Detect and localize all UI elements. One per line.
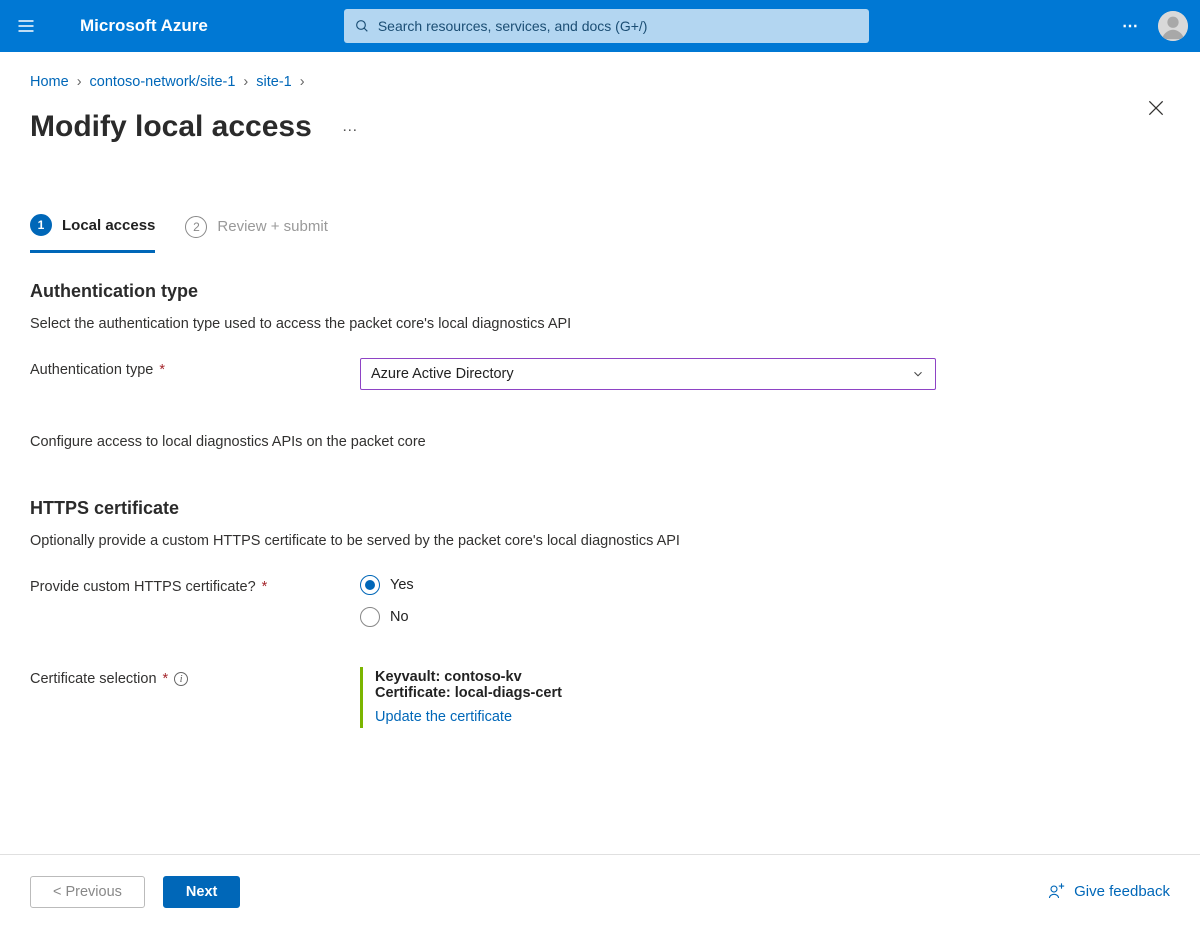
- step-number-1: 1: [30, 214, 52, 236]
- radio-yes-label: Yes: [390, 577, 414, 593]
- title-more-icon[interactable]: …: [342, 118, 360, 136]
- auth-type-label-text: Authentication type: [30, 362, 153, 378]
- update-certificate-link[interactable]: Update the certificate: [375, 709, 512, 725]
- previous-button[interactable]: < Previous: [30, 876, 145, 908]
- auth-type-dropdown[interactable]: Azure Active Directory: [360, 358, 936, 390]
- provide-cert-radio-group: Yes No: [360, 575, 414, 627]
- step-number-2: 2: [185, 216, 207, 238]
- cert-block: Keyvault: contoso-kv Certificate: local-…: [360, 667, 562, 728]
- radio-icon: [360, 575, 380, 595]
- provide-cert-label: Provide custom HTTPS certificate? *: [30, 575, 360, 595]
- radio-icon: [360, 607, 380, 627]
- brand-label: Microsoft Azure: [52, 16, 248, 36]
- info-icon[interactable]: i: [174, 672, 188, 686]
- provide-cert-label-text: Provide custom HTTPS certificate?: [30, 579, 256, 595]
- breadcrumb-home[interactable]: Home: [30, 74, 69, 90]
- breadcrumb-network[interactable]: contoso-network/site-1: [90, 74, 236, 90]
- chevron-right-icon: ›: [77, 74, 82, 90]
- https-desc: Optionally provide a custom HTTPS certif…: [30, 533, 1170, 549]
- close-icon: [1146, 98, 1166, 118]
- give-feedback-link[interactable]: Give feedback: [1048, 883, 1170, 901]
- feedback-icon: [1048, 883, 1066, 901]
- tab-review-submit[interactable]: 2 Review + submit: [185, 216, 327, 252]
- topbar-right: ⋯: [1122, 11, 1200, 41]
- step-label-1: Local access: [62, 217, 155, 234]
- chevron-down-icon: [911, 367, 925, 381]
- user-avatar[interactable]: [1158, 11, 1188, 41]
- chevron-right-icon: ›: [300, 74, 305, 90]
- auth-type-label: Authentication type *: [30, 358, 360, 378]
- search-input[interactable]: [378, 18, 859, 34]
- provide-cert-row: Provide custom HTTPS certificate? * Yes …: [30, 575, 1170, 627]
- cert-selection-label: Certificate selection * i: [30, 667, 360, 687]
- chevron-right-icon: ›: [243, 74, 248, 90]
- content-area: Home › contoso-network/site-1 › site-1 ›…: [0, 52, 1200, 854]
- required-marker: *: [163, 671, 169, 687]
- close-button[interactable]: [1146, 98, 1166, 123]
- radio-no-label: No: [390, 609, 409, 625]
- page-title: Modify local access: [30, 110, 312, 144]
- menu-icon[interactable]: [0, 0, 52, 52]
- required-marker: *: [262, 579, 268, 595]
- search-icon: [354, 18, 370, 34]
- cert-selection-row: Certificate selection * i Keyvault: cont…: [30, 667, 1170, 728]
- next-button[interactable]: Next: [163, 876, 240, 908]
- tab-local-access[interactable]: 1 Local access: [30, 214, 155, 253]
- auth-type-row: Authentication type * Azure Active Direc…: [30, 358, 1170, 390]
- step-tabs: 1 Local access 2 Review + submit: [30, 214, 1170, 253]
- more-icon[interactable]: ⋯: [1122, 16, 1140, 36]
- https-section: HTTPS certificate Optionally provide a c…: [30, 498, 1170, 728]
- auth-note: Configure access to local diagnostics AP…: [30, 434, 1170, 450]
- step-label-2: Review + submit: [217, 218, 327, 235]
- breadcrumb: Home › contoso-network/site-1 › site-1 ›: [30, 74, 1170, 90]
- title-row: Modify local access …: [30, 110, 1170, 144]
- breadcrumb-site[interactable]: site-1: [256, 74, 291, 90]
- auth-desc: Select the authentication type used to a…: [30, 316, 1170, 332]
- top-bar: Microsoft Azure ⋯: [0, 0, 1200, 52]
- radio-yes[interactable]: Yes: [360, 575, 414, 595]
- https-heading: HTTPS certificate: [30, 498, 1170, 519]
- cert-selection-label-text: Certificate selection: [30, 671, 157, 687]
- radio-no[interactable]: No: [360, 607, 414, 627]
- keyvault-line: Keyvault: contoso-kv: [375, 669, 562, 685]
- certificate-line: Certificate: local-diags-cert: [375, 685, 562, 701]
- auth-type-value: Azure Active Directory: [371, 366, 514, 382]
- feedback-label: Give feedback: [1074, 883, 1170, 900]
- required-marker: *: [159, 362, 165, 378]
- search-container: [344, 9, 869, 43]
- search-box[interactable]: [344, 9, 869, 43]
- auth-section: Authentication type Select the authentic…: [30, 281, 1170, 450]
- footer-bar: < Previous Next Give feedback: [0, 854, 1200, 928]
- auth-heading: Authentication type: [30, 281, 1170, 302]
- person-icon: [1158, 11, 1188, 41]
